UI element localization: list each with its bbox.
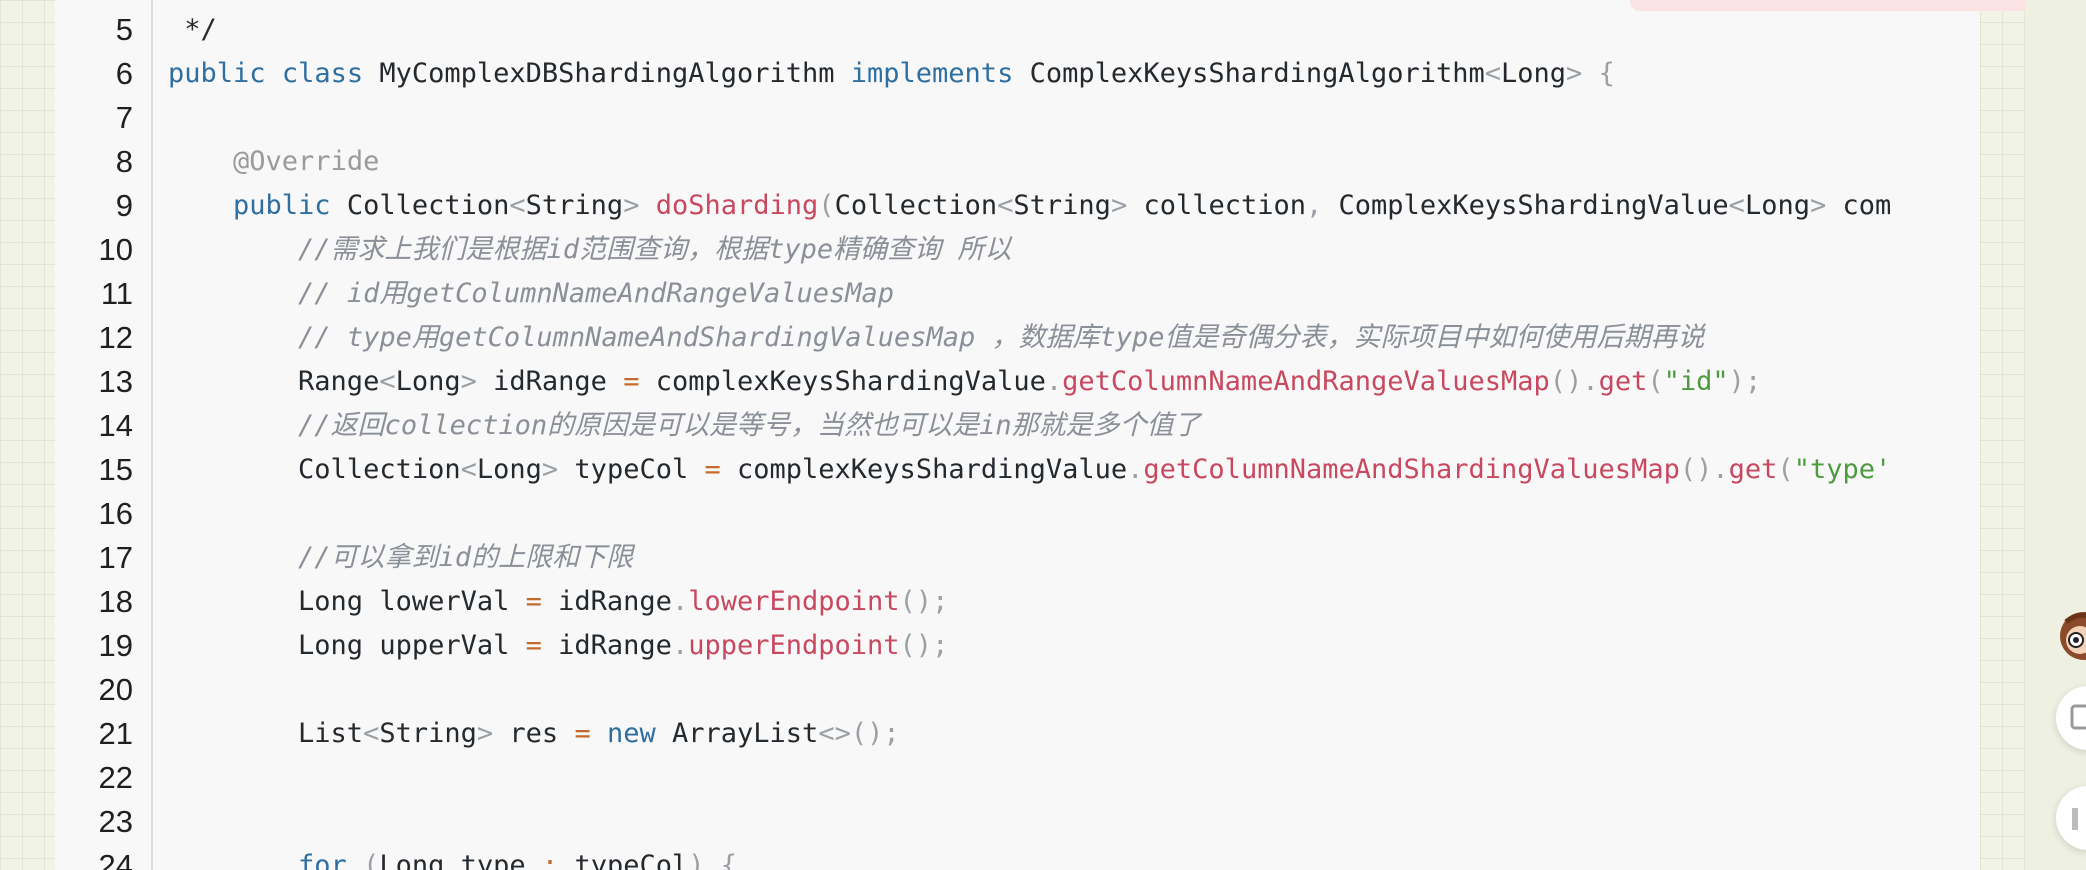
copy-glyph-icon xyxy=(2070,704,2086,730)
code-line: Long lowerVal = idRange.lowerEndpoint(); xyxy=(168,586,949,617)
mascot-avatar-icon[interactable] xyxy=(2046,588,2086,684)
code-line: @Override xyxy=(233,146,380,177)
line-number: 8 xyxy=(115,144,133,179)
code-line: //可以拿到id的上限和下限 xyxy=(298,542,634,573)
line-number: 22 xyxy=(98,760,133,795)
code-line: // type用getColumnNameAndShardingValuesMa… xyxy=(298,322,1705,353)
line-number: 15 xyxy=(98,452,133,487)
code-line: Range<Long> idRange = complexKeysShardin… xyxy=(168,366,1762,397)
code-line: Long upperVal = idRange.upperEndpoint(); xyxy=(168,630,949,661)
code-line: //需求上我们是根据id范围查询，根据type精确查询 所以 xyxy=(298,234,1012,265)
line-number: 23 xyxy=(98,804,133,839)
code-line: public Collection<String> doSharding(Col… xyxy=(233,190,1892,221)
line-number: 18 xyxy=(98,584,133,619)
code-content[interactable]: */ public class MyComplexDBShardingAlgori… xyxy=(168,0,1980,870)
code-line: // id用getColumnNameAndRangeValuesMap xyxy=(298,278,894,309)
copy-icon[interactable] xyxy=(2056,686,2086,750)
code-line: Collection<Long> typeCol = complexKeysSh… xyxy=(168,454,1892,485)
line-number: 16 xyxy=(98,496,133,531)
line-number: 24 xyxy=(98,848,133,870)
code-line: List<String> res = new ArrayList<>(); xyxy=(168,718,900,749)
line-number: 7 xyxy=(115,100,133,135)
line-number: 10 xyxy=(98,232,133,267)
line-number: 17 xyxy=(98,540,133,575)
code-line: public class MyComplexDBShardingAlgorith… xyxy=(168,58,1615,89)
line-number: 19 xyxy=(98,628,133,663)
line-number: 11 xyxy=(100,276,133,311)
code-line: //返回collection的原因是可以是等号，当然也可以是in那就是多个值了 xyxy=(298,410,1201,441)
line-number: 20 xyxy=(98,672,133,707)
top-right-banner xyxy=(1630,0,2060,11)
line-number-gutter: 5 6 7 8 9 10 11 12 13 14 15 16 17 18 19 20 21 22 23 24 xyxy=(55,0,153,870)
line-number: 5 xyxy=(115,12,133,47)
line-number: 14 xyxy=(98,408,133,443)
line-number: 12 xyxy=(98,320,133,355)
line-number: 13 xyxy=(98,364,133,399)
line-number: 21 xyxy=(98,716,133,751)
line-number: 6 xyxy=(115,56,133,91)
line-number: 9 xyxy=(115,188,133,223)
code-line: for (Long type : typeCol) { xyxy=(298,850,738,870)
bookmark-icon[interactable] xyxy=(2056,786,2086,850)
bookmark-glyph-icon xyxy=(2072,808,2078,830)
code-line: */ xyxy=(168,14,217,45)
code-block: 5 6 7 8 9 10 11 12 13 14 15 16 17 18 19 20 21 22 23 24 */ pu… xyxy=(55,0,1980,870)
